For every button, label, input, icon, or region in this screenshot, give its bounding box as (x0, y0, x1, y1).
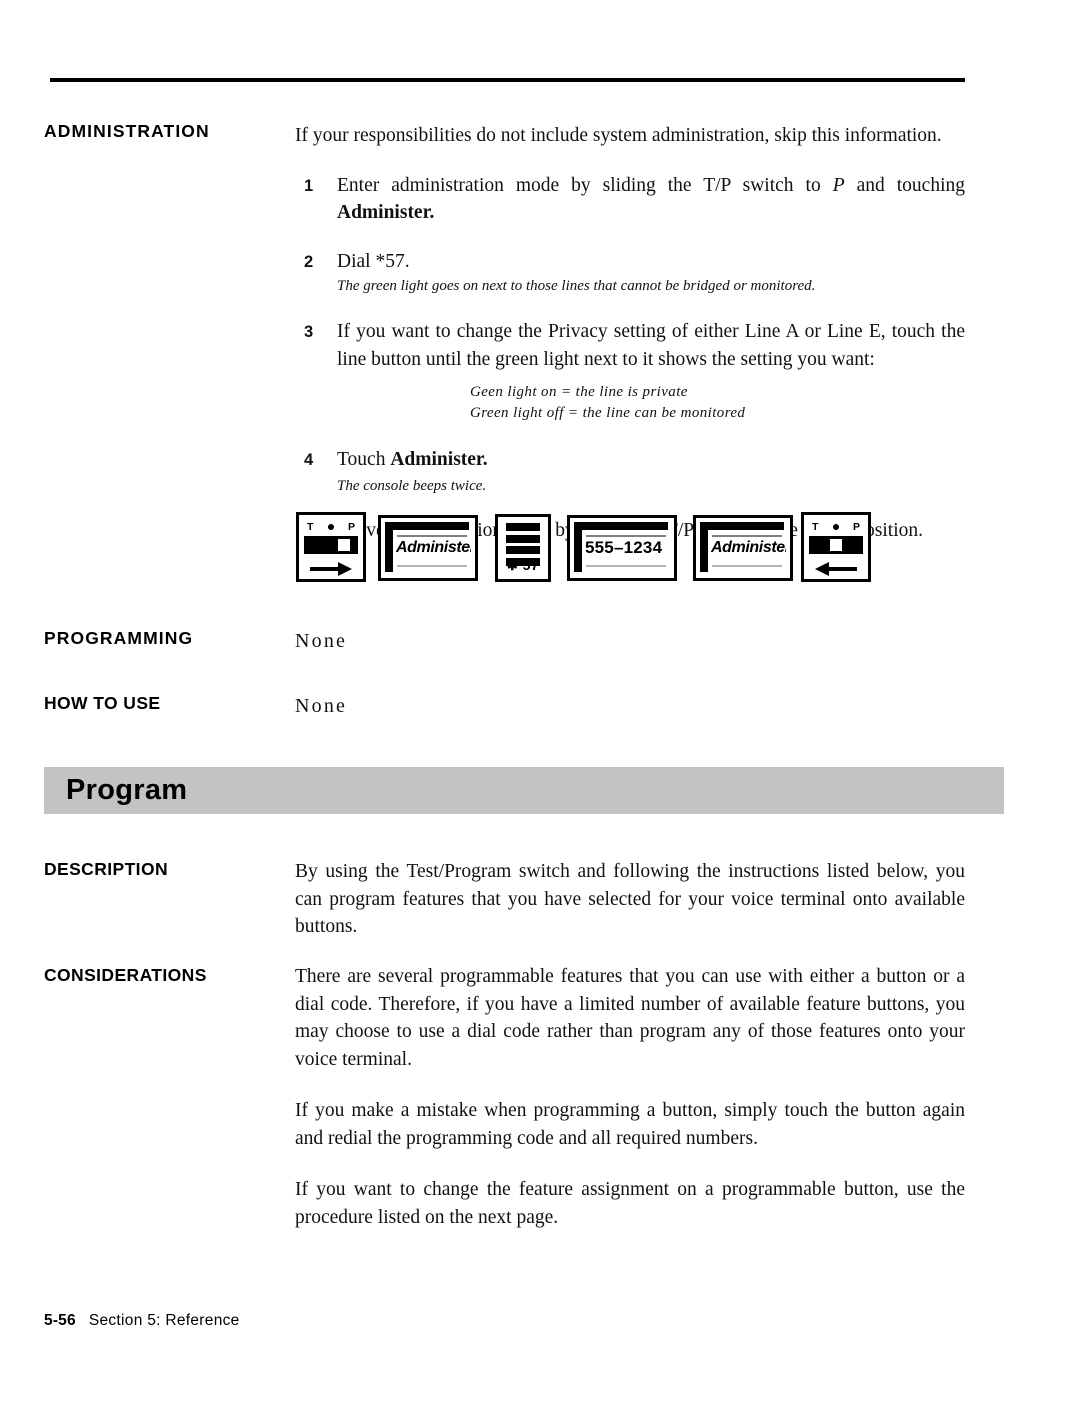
line-button-555-1234-icon: 555–1234 (567, 515, 677, 581)
step-3-number: 3 (304, 323, 314, 341)
tp-switch-knob (338, 539, 350, 551)
step-4-number: 4 (304, 451, 314, 469)
step-1-number: 1 (304, 176, 314, 195)
step-3-text: If you want to change the Privacy settin… (337, 321, 965, 370)
section-label-programming: PROGRAMMING (44, 628, 194, 648)
dialpad-code-number: 57 (522, 557, 540, 573)
administration-icon-strip: T P Administer ✱ 57 555–1234 Administer … (292, 512, 892, 596)
button-face-line-lower (397, 565, 467, 567)
button-face-line-lower (586, 565, 666, 567)
tp-label-t: T (307, 521, 314, 533)
tp-switch-to-p-icon: T P (296, 512, 366, 582)
tp-switch-track-2 (809, 536, 863, 554)
tp-center-dot-icon-2 (833, 524, 839, 530)
step-2-note: The green light goes on next to those li… (337, 278, 816, 294)
button-edge-left (700, 522, 708, 572)
section-label-considerations: CONSIDERATIONS (44, 965, 207, 985)
step-2: 2 Dial *57. (295, 248, 965, 276)
tp-switch-to-center-icon: T P (801, 512, 871, 582)
step-1: 1 Enter administration mode by sliding t… (295, 172, 965, 227)
section-label-administration: ADMINISTRATION (44, 121, 210, 141)
dialpad-code-label: ✱ 57 (498, 557, 548, 574)
step-3: 3 If you want to change the Privacy sett… (295, 318, 965, 373)
dialpad-star-icon: ✱ (506, 558, 519, 573)
program-section-banner: Program (44, 767, 1004, 814)
how-to-use-value: None (295, 695, 348, 717)
button-face-line-lower (712, 565, 782, 567)
arrow-left-icon (804, 560, 868, 580)
administer-button-face-2: Administer (696, 518, 790, 578)
administration-intro: If your responsibilities do not include … (295, 125, 942, 146)
button-edge-top (574, 522, 668, 530)
step-4-note: The console beeps twice. (337, 477, 487, 494)
step-2-number: 2 (304, 252, 314, 271)
tp-switch-knob-2 (830, 539, 842, 551)
considerations-paragraph-2: If you make a mistake when programming a… (295, 1100, 965, 1149)
step-4-emphasis-bold: Administer. (390, 449, 488, 470)
tp-switch-labels-2: T P (810, 520, 862, 534)
tp-center-dot-icon (328, 524, 334, 530)
description-paragraph: By using the Test/Program switch and fol… (295, 861, 965, 937)
privacy-legend-line-1: Geen light on = the line is private (470, 384, 688, 400)
step-4-text-before: Touch (337, 449, 391, 470)
dialpad-row (506, 534, 540, 543)
step-4: 4 Touch Administer. (295, 446, 965, 474)
administer-button-label-2: Administer (711, 539, 786, 556)
dialpad-row (506, 546, 540, 554)
considerations-paragraph-3: If you want to change the feature assign… (295, 1179, 965, 1228)
administer-button-icon-2: Administer (693, 515, 793, 581)
step-1-emphasis-italic: P (832, 174, 845, 196)
step-1-text-before: Enter administration mode by sliding the… (337, 174, 833, 196)
privacy-legend-line-2: Green light off = the line can be monito… (470, 405, 746, 421)
button-edge-left (385, 522, 393, 572)
dialpad-row (506, 523, 540, 531)
tp-switch-track (304, 536, 358, 554)
footer-page-number: 5-56 (44, 1312, 76, 1329)
button-edge-top (700, 522, 784, 530)
administer-button-face: Administer (381, 518, 475, 578)
dialpad-code-icon: ✱ 57 (495, 514, 551, 582)
button-edge-left (574, 522, 582, 572)
tp-switch-labels: T P (305, 520, 357, 534)
section-label-how-to-use: HOW TO USE (44, 693, 161, 713)
button-edge-top (385, 522, 469, 530)
page-footer: 5-56 Section 5: Reference (44, 1312, 240, 1330)
privacy-legend: Geen light on = the line is private Gree… (295, 382, 965, 424)
considerations-paragraph-1: There are several programmable features … (295, 966, 965, 1070)
program-section-title: Program (66, 774, 188, 806)
tp-label-t-2: T (812, 521, 819, 533)
footer-section-text: Section 5: Reference (88, 1312, 240, 1329)
section-label-description: DESCRIPTION (44, 859, 168, 879)
programming-value: None (295, 630, 348, 652)
administer-button-icon: Administer (378, 515, 478, 581)
step-1-emphasis-bold: Administer. (337, 202, 435, 223)
line-button-face: 555–1234 (570, 518, 674, 578)
tp-label-p: P (347, 521, 355, 533)
document-page: ADMINISTRATION If your responsibilities … (0, 0, 1080, 1401)
arrow-right-icon (299, 560, 363, 580)
line-button-label: 555–1234 (585, 538, 663, 557)
header-rule (50, 78, 965, 82)
administer-button-label: Administer (396, 539, 471, 556)
step-2-text: Dial *57. (337, 250, 410, 272)
step-1-text-mid: and touching (844, 174, 965, 196)
tp-label-p-2: P (852, 521, 860, 533)
